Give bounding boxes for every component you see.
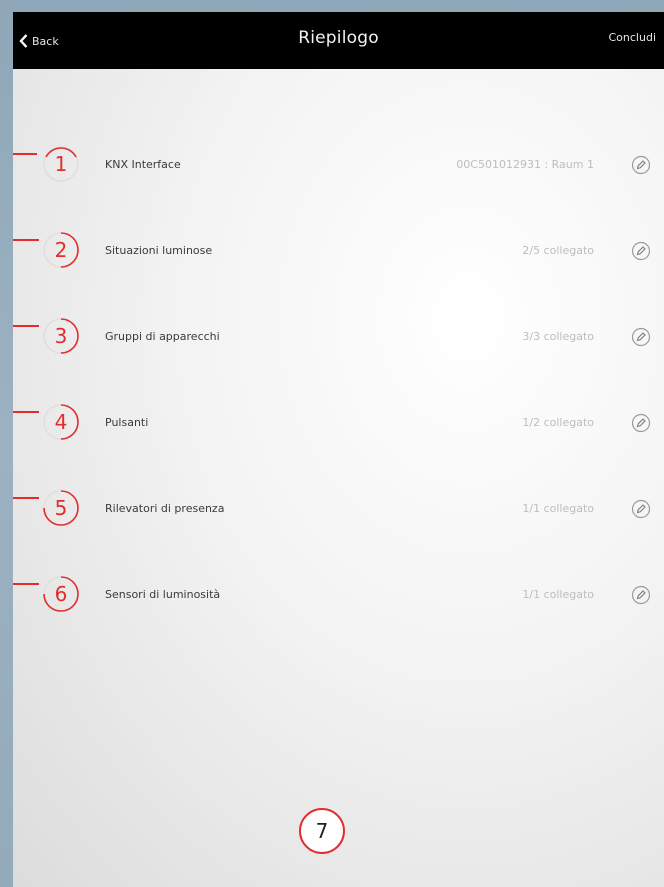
step-number: 3 xyxy=(54,324,68,348)
step-badge: 6 xyxy=(41,574,81,614)
summary-row-presence-detectors[interactable]: 5 Rilevatori di presenza 1/1 collegato xyxy=(13,484,664,534)
row-value: 3/3 collegato xyxy=(522,330,594,343)
summary-row-knx-interface[interactable]: 1 KNX Interface 00C501012931 : Raum 1 xyxy=(13,140,664,190)
row-label: KNX Interface xyxy=(105,158,181,171)
step-badge: 5 xyxy=(41,488,81,528)
pencil-icon xyxy=(631,327,651,347)
pencil-icon xyxy=(631,241,651,261)
step-badge: 2 xyxy=(41,230,81,270)
pencil-icon xyxy=(631,499,651,519)
app-screen: Back Riepilogo Concludi 1 KNX Interface … xyxy=(13,12,664,887)
edit-button[interactable] xyxy=(631,241,651,261)
step-number: 2 xyxy=(54,238,68,262)
pencil-icon xyxy=(631,155,651,175)
leader-line xyxy=(13,239,39,241)
conclude-button[interactable]: Concludi xyxy=(609,31,657,44)
summary-row-light-sensors[interactable]: 6 Sensori di luminosità 1/1 collegato xyxy=(13,570,664,620)
step-number: 4 xyxy=(54,410,68,434)
row-label: Pulsanti xyxy=(105,416,149,429)
row-value: 1/2 collegato xyxy=(522,416,594,429)
pencil-icon xyxy=(631,585,651,605)
navigation-bar: Back Riepilogo Concludi xyxy=(13,12,664,69)
device-frame: Back Riepilogo Concludi 1 KNX Interface … xyxy=(0,0,664,887)
edit-button[interactable] xyxy=(631,155,651,175)
leader-line xyxy=(13,583,39,585)
row-label: Situazioni luminose xyxy=(105,244,213,257)
edit-button[interactable] xyxy=(631,327,651,347)
row-label: Rilevatori di presenza xyxy=(105,502,225,515)
row-value: 00C501012931 : Raum 1 xyxy=(456,158,594,171)
leader-line xyxy=(13,325,39,327)
edit-button[interactable] xyxy=(631,499,651,519)
step-badge: 3 xyxy=(41,316,81,356)
step-badge: 4 xyxy=(41,402,81,442)
step-number: 7 xyxy=(315,819,329,843)
summary-row-light-scenes[interactable]: 2 Situazioni luminose 2/5 collegato xyxy=(13,226,664,276)
edit-button[interactable] xyxy=(631,585,651,605)
page-title: Riepilogo xyxy=(298,28,379,48)
step-number: 6 xyxy=(54,582,68,606)
row-label: Sensori di luminosità xyxy=(105,588,221,601)
leader-line xyxy=(13,411,39,413)
summary-row-push-buttons[interactable]: 4 Pulsanti 1/2 collegato xyxy=(13,398,664,448)
row-value: 2/5 collegato xyxy=(522,244,594,257)
row-label: Gruppi di apparecchi xyxy=(105,330,220,343)
row-value: 1/1 collegato xyxy=(522,588,594,601)
step-number: 5 xyxy=(54,496,68,520)
row-value: 1/1 collegato xyxy=(522,502,594,515)
pencil-icon xyxy=(631,413,651,433)
step-badge-7: 7 xyxy=(297,806,347,856)
summary-row-device-groups[interactable]: 3 Gruppi di apparecchi 3/3 collegato xyxy=(13,312,664,362)
edit-button[interactable] xyxy=(631,413,651,433)
leader-line xyxy=(13,497,39,499)
step-badge: 1 xyxy=(41,144,81,184)
leader-line xyxy=(13,153,37,155)
step-number: 1 xyxy=(54,152,68,176)
